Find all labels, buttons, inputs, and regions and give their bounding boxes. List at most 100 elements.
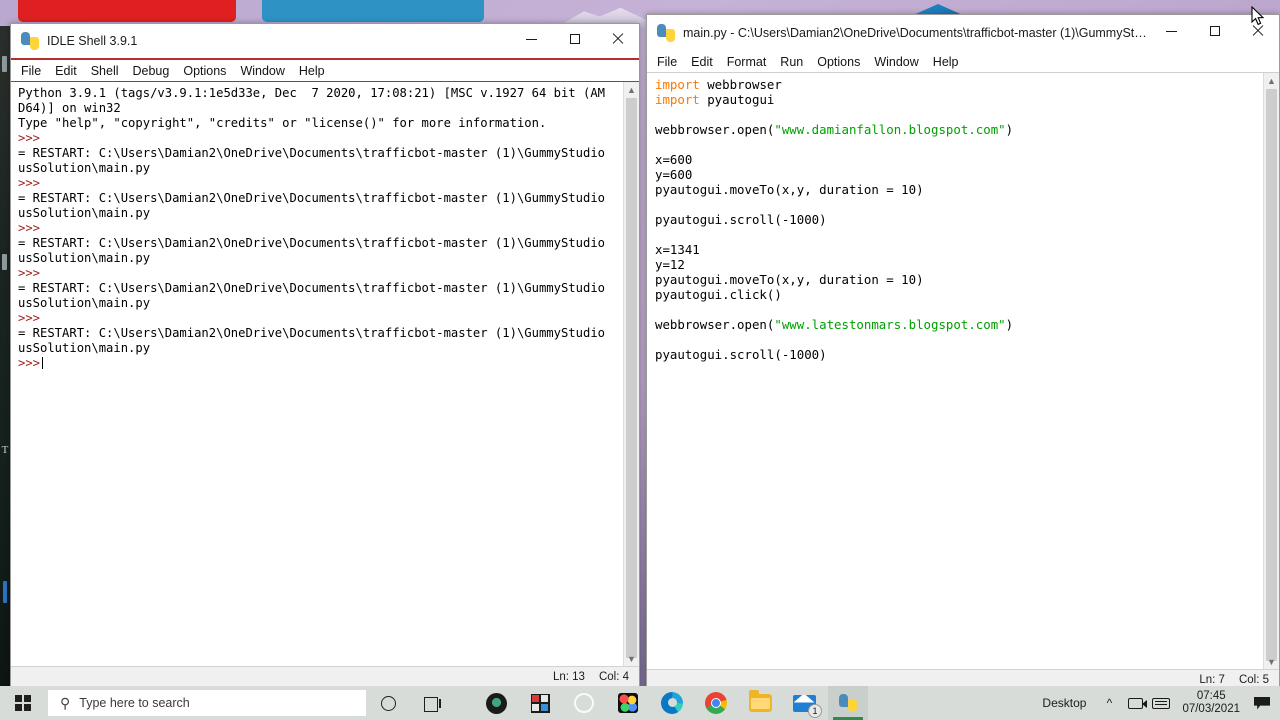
taskbar-app-list[interactable]: 1 bbox=[476, 686, 868, 720]
shell-titlebar[interactable]: IDLE Shell 3.9.1 bbox=[11, 24, 639, 60]
minimize-icon[interactable] bbox=[1150, 15, 1193, 47]
shell-prompt: >>> bbox=[18, 221, 41, 235]
taskbar-item-microsoft-store[interactable] bbox=[520, 686, 560, 720]
editor-window-controls[interactable] bbox=[1150, 15, 1279, 51]
code-line: x=1341 bbox=[655, 242, 1261, 257]
taskbar-item-anaconda[interactable] bbox=[476, 686, 516, 720]
taskbar-item-file-explorer[interactable] bbox=[740, 686, 780, 720]
shell-statusbar: Ln: 13 Col: 4 bbox=[11, 666, 639, 686]
chevron-down-icon[interactable]: ▼ bbox=[1264, 654, 1279, 669]
shell-menu-options[interactable]: Options bbox=[183, 64, 226, 78]
task-view-icon bbox=[423, 696, 441, 712]
code-text: pyautogui bbox=[699, 92, 775, 107]
shell-prompt: >>> bbox=[18, 176, 41, 190]
shell-menu-shell[interactable]: Shell bbox=[91, 64, 119, 78]
shell-scrollbar-thumb[interactable] bbox=[626, 98, 637, 658]
notification-center-button[interactable] bbox=[1248, 686, 1276, 720]
taskbar-item-hp[interactable] bbox=[564, 686, 604, 720]
python-icon bbox=[657, 24, 675, 42]
strip-letter: T bbox=[1, 444, 9, 456]
windows-logo-icon bbox=[15, 695, 31, 711]
taskbar-item-python-idle[interactable] bbox=[828, 686, 868, 720]
shell-line-indicator: Ln: 13 bbox=[552, 670, 585, 683]
editor-scrollbar[interactable]: ▲ ▼ bbox=[1263, 73, 1279, 669]
code-string: "www.latestonmars.blogspot.com" bbox=[774, 317, 1006, 332]
hp-icon bbox=[574, 693, 594, 713]
editor-titlebar[interactable]: main.py - C:\Users\Damian2\OneDrive\Docu… bbox=[647, 15, 1279, 51]
code-text: pyautogui.moveTo(x,y, duration = 10) bbox=[655, 272, 924, 287]
shell-output-area[interactable]: Python 3.9.1 (tags/v3.9.1:1e5d33e, Dec 7… bbox=[11, 82, 639, 666]
chevron-down-icon[interactable]: ▼ bbox=[624, 651, 639, 666]
code-keyword: import bbox=[655, 77, 700, 92]
shell-output-line: usSolution\main.py bbox=[18, 341, 151, 355]
close-icon[interactable] bbox=[1236, 15, 1279, 47]
shell-menu-help[interactable]: Help bbox=[299, 64, 325, 78]
camera-button[interactable] bbox=[1122, 686, 1148, 720]
code-text: pyautogui.moveTo(x,y, duration = 10) bbox=[655, 182, 924, 197]
system-tray[interactable]: Desktop ^ 07:45 07/03/2021 bbox=[1032, 686, 1280, 720]
code-line: pyautogui.scroll(-1000) bbox=[655, 212, 1261, 227]
search-input[interactable]: ⚲ Type here to search bbox=[48, 690, 366, 716]
editor-menu-run[interactable]: Run bbox=[780, 55, 803, 69]
code-text: webbrowser bbox=[699, 77, 782, 92]
code-text: ) bbox=[1005, 317, 1014, 332]
chevron-up-icon[interactable]: ▲ bbox=[1264, 73, 1279, 88]
editor-menu-window[interactable]: Window bbox=[874, 55, 918, 69]
shell-menubar[interactable]: File Edit Shell Debug Options Window Help bbox=[11, 60, 639, 82]
microsoft-store-icon bbox=[530, 693, 550, 713]
desktop-left-strip: T bbox=[0, 26, 10, 686]
shell-scrollbar[interactable]: ▲ ▼ bbox=[623, 82, 639, 666]
code-line: webbrowser.open("www.latestonmars.blogsp… bbox=[655, 317, 1261, 332]
windows-taskbar[interactable]: ⚲ Type here to search 1 Desktop ^ 07:45 … bbox=[0, 686, 1280, 720]
maximize-icon[interactable] bbox=[553, 23, 596, 55]
python-idle-icon bbox=[839, 694, 857, 712]
clock[interactable]: 07:45 07/03/2021 bbox=[1174, 686, 1248, 720]
cortana-circle-icon bbox=[380, 695, 396, 711]
code-line: y=600 bbox=[655, 167, 1261, 182]
shell-output-line: usSolution\main.py bbox=[18, 296, 151, 310]
shell-text-content[interactable]: Python 3.9.1 (tags/v3.9.1:1e5d33e, Dec 7… bbox=[11, 82, 623, 666]
shell-window-controls[interactable] bbox=[510, 23, 639, 59]
chevron-up-icon[interactable]: ^ bbox=[1096, 686, 1122, 720]
code-string: "www.damianfallon.blogspot.com" bbox=[774, 122, 1006, 137]
editor-text-content[interactable]: import webbrowser import pyautogui webbro… bbox=[647, 73, 1263, 669]
chevron-up-icon[interactable]: ▲ bbox=[624, 82, 639, 97]
shell-prompt-line: >>> bbox=[18, 356, 621, 371]
editor-menu-file[interactable]: File bbox=[657, 55, 677, 69]
minimize-icon[interactable] bbox=[510, 23, 553, 55]
editor-menu-options[interactable]: Options bbox=[817, 55, 860, 69]
code-text: ) bbox=[1005, 122, 1014, 137]
close-icon[interactable] bbox=[596, 23, 639, 55]
idle-shell-window[interactable]: IDLE Shell 3.9.1 File Edit Shell Debug Optio… bbox=[10, 23, 640, 687]
taskbar-item-colorful-app[interactable] bbox=[608, 686, 648, 720]
taskbar-item-chrome[interactable] bbox=[696, 686, 736, 720]
code-text: webbrowser.open( bbox=[655, 122, 775, 137]
editor-menu-help[interactable]: Help bbox=[933, 55, 959, 69]
editor-scrollbar-thumb[interactable] bbox=[1266, 89, 1277, 661]
keyboard-button[interactable] bbox=[1148, 686, 1174, 720]
editor-code-area[interactable]: import webbrowser import pyautogui webbro… bbox=[647, 73, 1279, 669]
shell-menu-debug[interactable]: Debug bbox=[133, 64, 170, 78]
task-view-button[interactable] bbox=[410, 686, 454, 720]
editor-menu-format[interactable]: Format bbox=[727, 55, 767, 69]
editor-menubar[interactable]: File Edit Format Run Options Window Help bbox=[647, 51, 1279, 73]
shell-menu-edit[interactable]: Edit bbox=[55, 64, 77, 78]
cortana-button[interactable] bbox=[366, 686, 410, 720]
taskbar-item-edge[interactable] bbox=[652, 686, 692, 720]
shell-menu-window[interactable]: Window bbox=[240, 64, 284, 78]
clock-time: 07:45 bbox=[1196, 690, 1226, 702]
shell-output-line: = RESTART: C:\Users\Damian2\OneDrive\Doc… bbox=[18, 281, 605, 295]
code-line: import pyautogui bbox=[655, 92, 1261, 107]
maximize-icon[interactable] bbox=[1193, 15, 1236, 47]
shell-prompt-line: >>> bbox=[18, 176, 621, 191]
start-button[interactable] bbox=[0, 686, 46, 720]
show-desktop-label[interactable]: Desktop bbox=[1032, 696, 1096, 710]
shell-menu-file[interactable]: File bbox=[21, 64, 41, 78]
code-text: y=600 bbox=[655, 167, 693, 182]
editor-menu-edit[interactable]: Edit bbox=[691, 55, 713, 69]
anaconda-icon bbox=[485, 692, 507, 714]
taskbar-item-mail[interactable]: 1 bbox=[784, 686, 824, 720]
main-py-editor-window[interactable]: main.py - C:\Users\Damian2\OneDrive\Docu… bbox=[646, 14, 1280, 690]
